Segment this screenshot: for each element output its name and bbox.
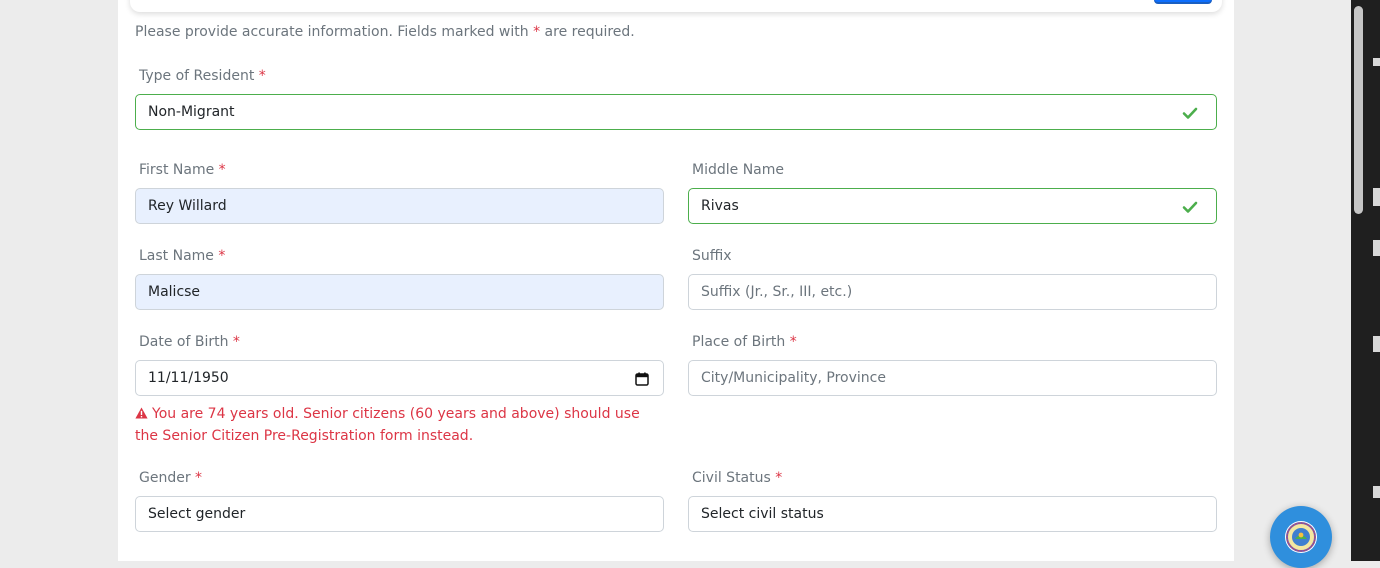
warning-triangle-icon [135, 407, 148, 419]
edge-fragment [1373, 240, 1380, 256]
gender-value: Select gender [148, 506, 246, 522]
middle-name-field: Middle Name Rivas [688, 160, 1217, 227]
required-asterisk: * [195, 470, 203, 486]
edge-fragment [1373, 486, 1380, 498]
suffix-input[interactable]: Suffix (Jr., Sr., III, etc.) [688, 274, 1217, 310]
last-name-value: Malicse [148, 284, 201, 300]
middle-name-input[interactable]: Rivas [688, 188, 1217, 224]
suffix-field: Suffix Suffix (Jr., Sr., III, etc.) [688, 246, 1217, 313]
civil-status-select[interactable]: Select civil status [688, 496, 1217, 532]
intro-text-end: are required. [544, 24, 635, 40]
edge-fragment [1373, 58, 1380, 66]
last-name-label: Last Name * [135, 246, 664, 266]
resident-type-label: Type of Resident * [135, 66, 1217, 86]
last-name-field: Last Name * Malicse [135, 246, 664, 313]
header-card [130, 0, 1222, 12]
required-asterisk: * [218, 162, 226, 178]
required-asterisk: * [775, 470, 783, 486]
assistant-button[interactable] [1270, 506, 1332, 568]
seal-logo-icon [1285, 521, 1317, 553]
gender-field: Gender * Select gender [135, 468, 664, 535]
date-of-birth-field: Date of Birth * 11/11/1950 [135, 332, 664, 399]
resident-type-label-text: Type of Resident [139, 68, 255, 84]
gender-label: Gender * [135, 468, 664, 488]
last-name-input[interactable]: Malicse [135, 274, 664, 310]
required-asterisk: * [789, 334, 797, 350]
place-of-birth-label-text: Place of Birth [692, 334, 786, 350]
place-of-birth-placeholder: City/Municipality, Province [701, 370, 886, 386]
calendar-icon[interactable] [635, 372, 649, 386]
age-warning: You are 74 years old. Senior citizens (6… [135, 403, 665, 447]
edge-fragment [1373, 188, 1380, 206]
required-asterisk: * [258, 68, 266, 84]
date-of-birth-label-text: Date of Birth [139, 334, 229, 350]
civil-status-value: Select civil status [701, 506, 824, 522]
date-of-birth-input[interactable]: 11/11/1950 [135, 360, 664, 396]
place-of-birth-label: Place of Birth * [688, 332, 1217, 352]
required-asterisk: * [218, 248, 226, 264]
form-intro: Please provide accurate information. Fie… [135, 24, 635, 40]
civil-status-label: Civil Status * [688, 468, 1217, 488]
middle-name-value: Rivas [701, 198, 739, 214]
gender-select[interactable]: Select gender [135, 496, 664, 532]
civil-status-field: Civil Status * Select civil status [688, 468, 1217, 535]
required-asterisk: * [232, 334, 240, 350]
suffix-placeholder: Suffix (Jr., Sr., III, etc.) [701, 284, 853, 300]
header-button[interactable] [1154, 0, 1212, 2]
first-name-label: First Name * [135, 160, 664, 180]
place-of-birth-field: Place of Birth * City/Municipality, Prov… [688, 332, 1217, 399]
resident-type-select[interactable]: Non-Migrant [135, 94, 1217, 130]
place-of-birth-input[interactable]: City/Municipality, Province [688, 360, 1217, 396]
last-name-label-text: Last Name [139, 248, 214, 264]
first-name-value: Rey Willard [148, 198, 227, 214]
date-of-birth-label: Date of Birth * [135, 332, 664, 352]
first-name-input[interactable]: Rey Willard [135, 188, 664, 224]
suffix-label: Suffix [692, 248, 732, 264]
required-asterisk: * [533, 24, 541, 40]
date-of-birth-value: 11/11/1950 [148, 370, 229, 386]
edge-fragment [1373, 336, 1380, 352]
middle-name-label: Middle Name [692, 162, 784, 178]
age-warning-text: You are 74 years old. Senior citizens (6… [135, 406, 640, 444]
resident-type-value: Non-Migrant [148, 104, 235, 120]
gender-label-text: Gender [139, 470, 191, 486]
first-name-label-text: First Name [139, 162, 215, 178]
civil-status-label-text: Civil Status [692, 470, 771, 486]
check-icon [1182, 107, 1198, 119]
intro-text: Please provide accurate information. Fie… [135, 24, 529, 40]
resident-type-field: Type of Resident * Non-Migrant [135, 66, 1217, 133]
first-name-field: First Name * Rey Willard [135, 160, 664, 227]
check-icon [1182, 201, 1198, 213]
scrollbar-thumb[interactable] [1354, 6, 1363, 214]
